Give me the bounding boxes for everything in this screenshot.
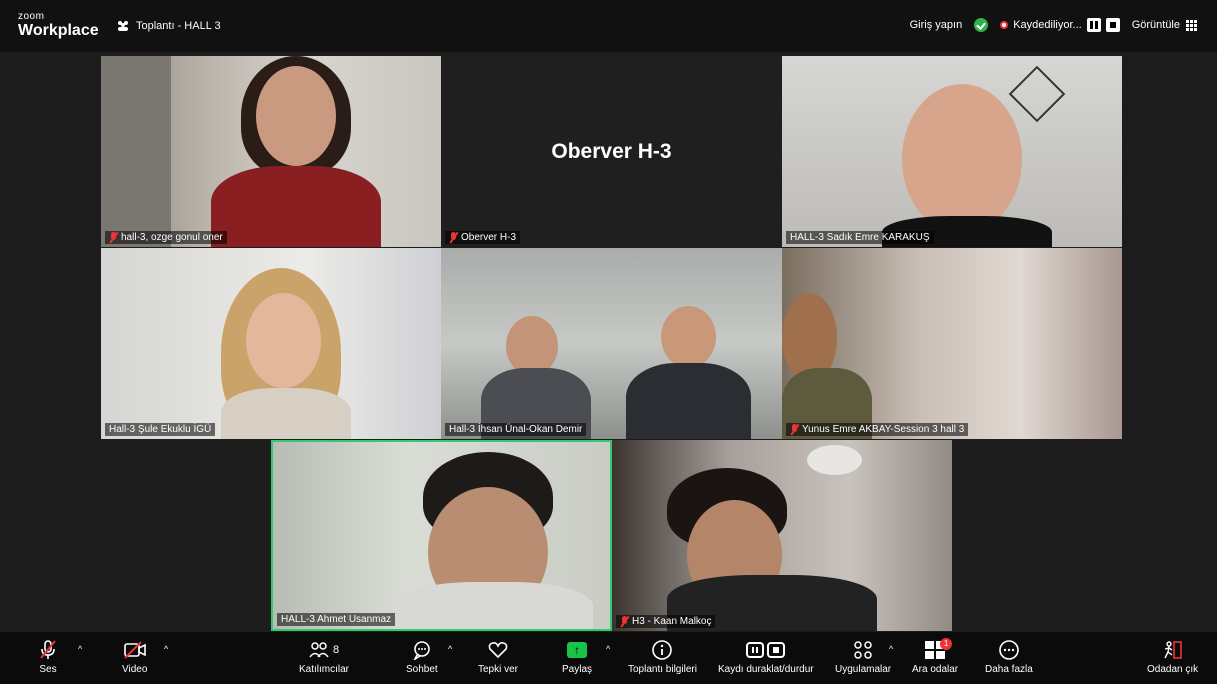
leave-door-icon [1162,638,1184,662]
encryption-shield-icon[interactable] [974,18,989,32]
participant-name-label: Yunus Emre AKBAY-Session 3 hall 3 [786,423,969,436]
video-tile[interactable]: HALL-3 Sadık Emre KARAKUŞ [782,56,1122,247]
chat-icon [412,638,432,662]
heart-icon [488,638,508,662]
meeting-title-text: Toplantı - HALL 3 [136,20,221,32]
leave-room-button[interactable]: Odadan çık [1147,638,1198,675]
participant-face [256,66,336,166]
recording-status-text: Kaydediliyor... [1013,19,1082,31]
participant-body [393,582,593,629]
participant-name-label: H3 - Kaan Malkoç [616,615,716,628]
chat-options-caret-icon[interactable]: ^ [448,644,452,654]
recording-indicator: Kaydediliyor... [1000,18,1120,32]
more-options-icon [998,638,1020,662]
info-icon [651,638,673,662]
grid-view-icon [1186,19,1197,31]
chat-button[interactable]: Sohbet [406,638,438,675]
participant-name-label: hall-3, ozge gonul oner [105,231,227,244]
participant-display-name: Oberver H-3 [551,140,672,163]
zoom-workplace-logo: zoom Workplace [18,12,99,39]
breakout-rooms-button[interactable]: 1 Ara odalar [912,638,958,675]
participant-face [661,306,716,368]
apps-icon [853,638,873,662]
breakout-rooms-icon: 1 [925,638,953,659]
participant-name-label: Hall-3 Şule Ekuklu İGÜ [105,423,216,436]
recording-dot-icon [1000,21,1009,29]
video-button[interactable]: Video [122,638,147,675]
meeting-info-button[interactable]: Toplantı bilgileri [628,638,697,675]
share-screen-icon: ↑ [567,642,587,658]
pause-recording-icon[interactable] [1086,18,1101,32]
logo-small-text: zoom [18,11,45,22]
participants-count: 8 [332,643,340,656]
background-window [101,56,171,247]
audio-options-caret-icon[interactable]: ^ [78,644,82,654]
muted-mic-icon [620,616,629,627]
participant-name-label: Oberver H-3 [445,231,521,244]
participant-body [221,388,351,439]
participant-face [246,293,321,388]
participant-name-label: Hall-3 İhsan Ünal-Okan Demir [445,423,587,436]
meeting-people-icon [118,21,128,31]
sign-in-link[interactable]: Giriş yapın [910,19,963,31]
share-button[interactable]: ↑ Paylaş [562,638,592,675]
video-tile[interactable]: Yunus Emre AKBAY-Session 3 hall 3 [782,248,1122,439]
muted-mic-icon [449,232,458,243]
participants-icon: 8 [309,638,339,662]
video-tile[interactable]: Hall-3 İhsan Ünal-Okan Demir [441,248,782,439]
video-tile[interactable]: H3 - Kaan Malkoç [612,440,952,631]
muted-mic-icon [38,638,58,662]
muted-mic-icon [790,424,799,435]
view-button[interactable]: Görüntüle [1132,19,1197,31]
participant-face [506,316,558,376]
audio-button[interactable]: Ses [38,638,58,675]
background-lamp [1008,65,1066,123]
stop-recording-icon[interactable] [1105,18,1120,32]
top-bar: zoom Workplace Toplantı - HALL 3 Giriş y… [0,0,1217,52]
participant-body [626,363,751,439]
apps-options-caret-icon[interactable]: ^ [889,644,893,654]
meeting-title[interactable]: Toplantı - HALL 3 [116,20,221,32]
video-tile[interactable]: Oberver H-3 Oberver H-3 [441,56,782,247]
participant-name-label: HALL-3 Ahmet Usanmaz [277,613,396,626]
react-button[interactable]: Tepki ver [478,638,518,675]
video-tile[interactable]: Hall-3 Şule Ekuklu İGÜ [101,248,441,439]
video-off-icon [123,638,147,662]
video-gallery: hall-3, ozge gonul oner Oberver H-3 Ober… [0,52,1217,632]
participant-body [211,166,381,247]
video-options-caret-icon[interactable]: ^ [164,644,168,654]
background-lamp [807,445,862,475]
muted-mic-icon [109,232,118,243]
logo-big-text: Workplace [18,22,99,39]
notification-badge: 1 [940,638,953,650]
video-tile[interactable]: hall-3, ozge gonul oner [101,56,441,247]
share-options-caret-icon[interactable]: ^ [606,644,610,654]
participant-face [902,84,1022,234]
view-label: Görüntüle [1131,19,1180,31]
participant-name-label: HALL-3 Sadık Emre KARAKUŞ [786,231,934,244]
video-tile-active-speaker[interactable]: HALL-3 Ahmet Usanmaz [271,440,612,631]
apps-button[interactable]: Uygulamalar [835,638,891,675]
pause-stop-recording-icon [746,642,786,658]
more-button[interactable]: Daha fazla [985,638,1033,675]
participants-button[interactable]: 8 Katılımcılar [299,638,349,675]
record-pause-stop-button[interactable]: Kaydı duraklat/durdur [718,638,814,675]
meeting-controls-toolbar: Ses ^ Video ^ 8 Katılımcılar Sohbet ^ Te… [0,632,1217,684]
